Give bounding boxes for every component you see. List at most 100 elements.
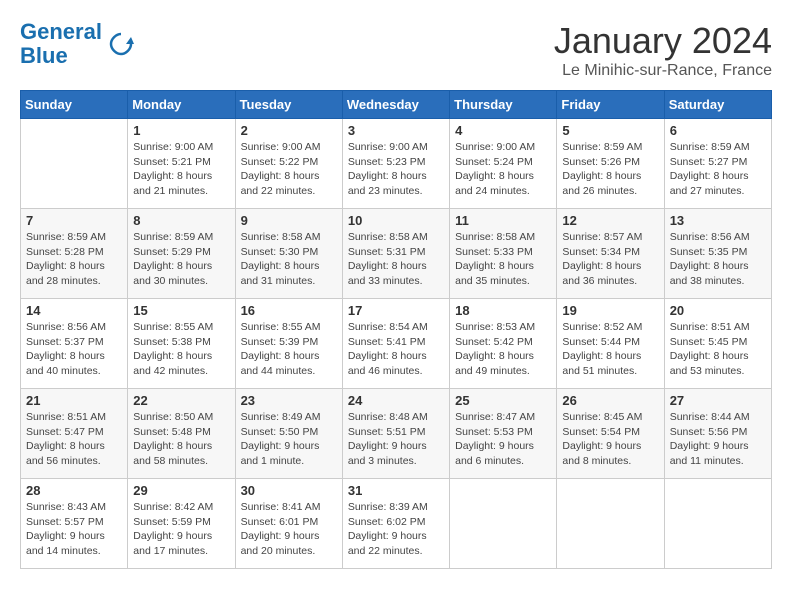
day-number: 1 (133, 123, 229, 138)
day-number: 21 (26, 393, 122, 408)
day-cell: 22 Sunrise: 8:50 AM Sunset: 5:48 PM Dayli… (128, 389, 235, 479)
logo-general: General (20, 19, 102, 44)
day-info: Sunrise: 8:58 AM Sunset: 5:30 PM Dayligh… (241, 230, 337, 289)
week-row-5: 28 Sunrise: 8:43 AM Sunset: 5:57 PM Dayli… (21, 479, 772, 569)
day-header-friday: Friday (557, 91, 664, 119)
day-cell: 23Sunrise: 8:49 AM Sunset: 5:50 PM Dayli… (235, 389, 342, 479)
day-number: 31 (348, 483, 444, 498)
day-number: 2 (241, 123, 337, 138)
day-number: 6 (670, 123, 766, 138)
day-cell: 10 Sunrise: 8:58 AM Sunset: 5:31 PM Dayli… (342, 209, 449, 299)
day-cell: 24 Sunrise: 8:48 AM Sunset: 5:51 PM Dayli… (342, 389, 449, 479)
day-info: Sunrise: 8:58 AM Sunset: 5:31 PM Dayligh… (348, 230, 444, 289)
day-cell: 5 Sunrise: 8:59 AM Sunset: 5:26 PM Daylig… (557, 119, 664, 209)
day-cell: 29 Sunrise: 8:42 AM Sunset: 5:59 PM Dayli… (128, 479, 235, 569)
day-number: 12 (562, 213, 658, 228)
day-number: 13 (670, 213, 766, 228)
day-cell: 14 Sunrise: 8:56 AM Sunset: 5:37 PM Dayli… (21, 299, 128, 389)
day-info: Sunrise: 8:42 AM Sunset: 5:59 PM Dayligh… (133, 500, 229, 559)
month-title: January 2024 (554, 20, 772, 62)
day-header-saturday: Saturday (664, 91, 771, 119)
day-number: 8 (133, 213, 229, 228)
day-info: Sunrise: 8:57 AM Sunset: 5:34 PM Dayligh… (562, 230, 658, 289)
day-cell (450, 479, 557, 569)
day-number: 15 (133, 303, 229, 318)
day-number: 26 (562, 393, 658, 408)
day-number: 27 (670, 393, 766, 408)
day-cell: 3 Sunrise: 9:00 AM Sunset: 5:23 PM Daylig… (342, 119, 449, 209)
day-number: 4 (455, 123, 551, 138)
day-info: Sunrise: 8:59 AM Sunset: 5:27 PM Dayligh… (670, 140, 766, 199)
day-cell: 13 Sunrise: 8:56 AM Sunset: 5:35 PM Dayli… (664, 209, 771, 299)
day-number: 28 (26, 483, 122, 498)
day-number: 5 (562, 123, 658, 138)
week-row-2: 7Sunrise: 8:59 AM Sunset: 5:28 PM Daylig… (21, 209, 772, 299)
day-number: 10 (348, 213, 444, 228)
day-info: Sunrise: 8:52 AM Sunset: 5:44 PM Dayligh… (562, 320, 658, 379)
day-number: 19 (562, 303, 658, 318)
day-number: 24 (348, 393, 444, 408)
day-number: 20 (670, 303, 766, 318)
calendar-table: SundayMondayTuesdayWednesdayThursdayFrid… (20, 90, 772, 569)
day-cell: 17 Sunrise: 8:54 AM Sunset: 5:41 PM Dayli… (342, 299, 449, 389)
logo-blue: Blue (20, 43, 68, 68)
day-info: Sunrise: 8:56 AM Sunset: 5:35 PM Dayligh… (670, 230, 766, 289)
day-info: Sunrise: 8:43 AM Sunset: 5:57 PM Dayligh… (26, 500, 122, 559)
day-info: Sunrise: 8:53 AM Sunset: 5:42 PM Dayligh… (455, 320, 551, 379)
day-cell: 26 Sunrise: 8:45 AM Sunset: 5:54 PM Dayli… (557, 389, 664, 479)
day-number: 29 (133, 483, 229, 498)
day-cell: 6 Sunrise: 8:59 AM Sunset: 5:27 PM Daylig… (664, 119, 771, 209)
location-text: Le Minihic-sur-Rance, France (554, 62, 772, 80)
logo-text: General Blue (20, 20, 102, 68)
day-header-wednesday: Wednesday (342, 91, 449, 119)
day-number: 18 (455, 303, 551, 318)
day-header-sunday: Sunday (21, 91, 128, 119)
day-info: Sunrise: 8:51 AM Sunset: 5:45 PM Dayligh… (670, 320, 766, 379)
day-cell: 7Sunrise: 8:59 AM Sunset: 5:28 PM Daylig… (21, 209, 128, 299)
day-info: Sunrise: 8:50 AM Sunset: 5:48 PM Dayligh… (133, 410, 229, 469)
day-info: Sunrise: 9:00 AM Sunset: 5:21 PM Dayligh… (133, 140, 229, 199)
day-cell: 18 Sunrise: 8:53 AM Sunset: 5:42 PM Dayli… (450, 299, 557, 389)
day-number: 3 (348, 123, 444, 138)
day-cell: 12 Sunrise: 8:57 AM Sunset: 5:34 PM Dayli… (557, 209, 664, 299)
day-info: Sunrise: 8:55 AM Sunset: 5:38 PM Dayligh… (133, 320, 229, 379)
day-cell: 4 Sunrise: 9:00 AM Sunset: 5:24 PM Daylig… (450, 119, 557, 209)
day-cell: 31 Sunrise: 8:39 AM Sunset: 6:02 PM Dayli… (342, 479, 449, 569)
day-info: Sunrise: 8:59 AM Sunset: 5:26 PM Dayligh… (562, 140, 658, 199)
day-cell: 11Sunrise: 8:58 AM Sunset: 5:33 PM Dayli… (450, 209, 557, 299)
day-cell: 15 Sunrise: 8:55 AM Sunset: 5:38 PM Dayli… (128, 299, 235, 389)
day-number: 7 (26, 213, 122, 228)
title-block: January 2024 Le Minihic-sur-Rance, Franc… (554, 20, 772, 80)
day-info: Sunrise: 8:54 AM Sunset: 5:41 PM Dayligh… (348, 320, 444, 379)
day-info: Sunrise: 9:00 AM Sunset: 5:24 PM Dayligh… (455, 140, 551, 199)
day-info: Sunrise: 8:44 AM Sunset: 5:56 PM Dayligh… (670, 410, 766, 469)
day-cell: 2Sunrise: 9:00 AM Sunset: 5:22 PM Daylig… (235, 119, 342, 209)
day-number: 17 (348, 303, 444, 318)
logo: General Blue (20, 20, 136, 68)
week-row-3: 14 Sunrise: 8:56 AM Sunset: 5:37 PM Dayli… (21, 299, 772, 389)
page-header: General Blue January 2024 Le Minihic-sur… (20, 20, 772, 80)
day-info: Sunrise: 8:49 AM Sunset: 5:50 PM Dayligh… (241, 410, 337, 469)
day-info: Sunrise: 8:48 AM Sunset: 5:51 PM Dayligh… (348, 410, 444, 469)
day-header-monday: Monday (128, 91, 235, 119)
day-info: Sunrise: 8:39 AM Sunset: 6:02 PM Dayligh… (348, 500, 444, 559)
day-number: 14 (26, 303, 122, 318)
day-cell: 28 Sunrise: 8:43 AM Sunset: 5:57 PM Dayli… (21, 479, 128, 569)
day-number: 25 (455, 393, 551, 408)
logo-icon (106, 29, 136, 59)
day-info: Sunrise: 8:59 AM Sunset: 5:29 PM Dayligh… (133, 230, 229, 289)
day-header-thursday: Thursday (450, 91, 557, 119)
day-number: 22 (133, 393, 229, 408)
day-header-tuesday: Tuesday (235, 91, 342, 119)
week-row-1: 1 Sunrise: 9:00 AM Sunset: 5:21 PM Daylig… (21, 119, 772, 209)
day-cell: 20 Sunrise: 8:51 AM Sunset: 5:45 PM Dayli… (664, 299, 771, 389)
day-info: Sunrise: 8:45 AM Sunset: 5:54 PM Dayligh… (562, 410, 658, 469)
day-info: Sunrise: 8:51 AM Sunset: 5:47 PM Dayligh… (26, 410, 122, 469)
day-cell (21, 119, 128, 209)
day-info: Sunrise: 8:41 AM Sunset: 6:01 PM Dayligh… (241, 500, 337, 559)
day-cell: 27 Sunrise: 8:44 AM Sunset: 5:56 PM Dayli… (664, 389, 771, 479)
day-info: Sunrise: 8:55 AM Sunset: 5:39 PM Dayligh… (241, 320, 337, 379)
day-info: Sunrise: 9:00 AM Sunset: 5:23 PM Dayligh… (348, 140, 444, 199)
day-info: Sunrise: 8:56 AM Sunset: 5:37 PM Dayligh… (26, 320, 122, 379)
day-info: Sunrise: 8:58 AM Sunset: 5:33 PM Dayligh… (455, 230, 551, 289)
